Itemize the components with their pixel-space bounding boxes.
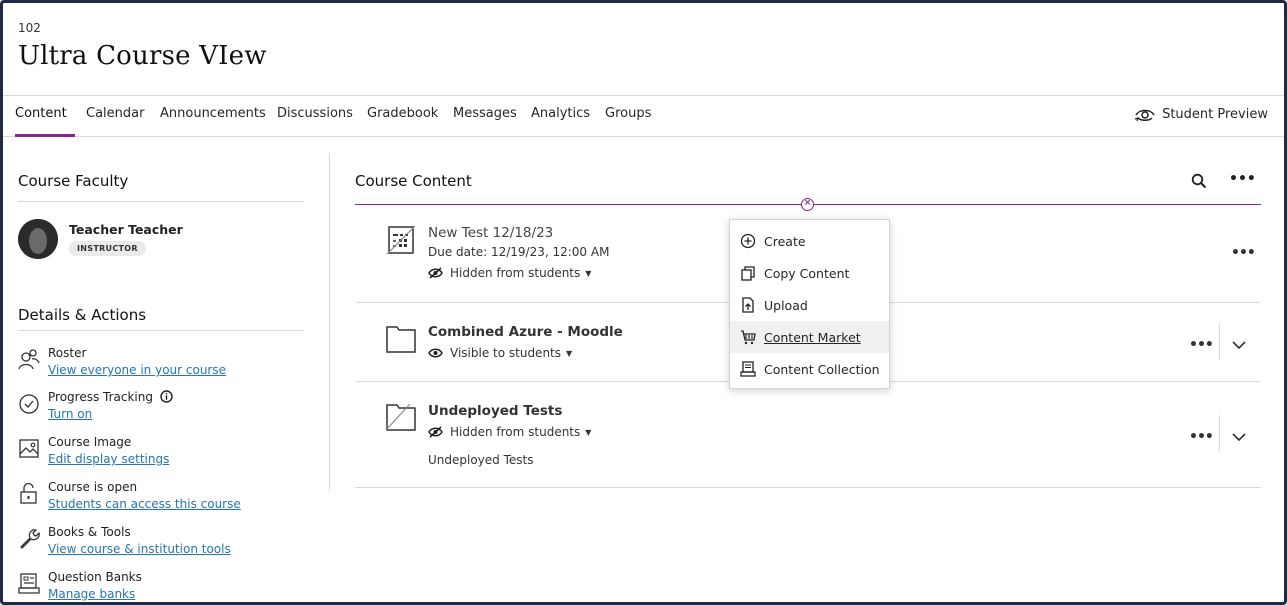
menu-item-create[interactable]: Create	[730, 225, 889, 257]
divider	[18, 201, 304, 202]
market-icon	[741, 330, 756, 345]
visibility-dropdown[interactable]: Hidden from students ▼	[428, 425, 591, 439]
tab-content[interactable]: Content	[15, 106, 67, 121]
progress-tracking-link[interactable]: Turn on	[48, 407, 92, 421]
column-divider	[329, 153, 330, 491]
action-books-tools: Books & Tools View course & institution …	[18, 525, 304, 565]
close-add-icon[interactable]: ×	[801, 198, 814, 211]
action-title: Progress Tracking	[48, 390, 173, 404]
tab-bar: Content Calendar Announcements Discussio…	[3, 95, 1284, 137]
question-banks-link[interactable]: Manage banks	[48, 587, 135, 601]
visibility-label: Hidden from students	[450, 266, 581, 280]
action-course-open: Course is open Students can access this …	[18, 480, 304, 520]
copy-icon	[741, 266, 755, 281]
question-bank-icon	[18, 573, 40, 594]
action-title: Course Image	[48, 435, 132, 449]
eye-hidden-icon	[428, 426, 443, 438]
chevron-down-icon[interactable]	[1231, 429, 1247, 445]
progress-check-icon	[19, 394, 39, 414]
course-faculty-heading: Course Faculty	[18, 172, 129, 190]
upload-icon	[742, 297, 754, 313]
tab-announcements[interactable]: Announcements	[160, 106, 266, 121]
course-content-heading: Course Content	[355, 172, 472, 190]
item-title[interactable]: New Test 12/18/23	[428, 225, 553, 241]
caret-down-icon: ▼	[566, 348, 573, 358]
eye-preview-icon	[1134, 109, 1155, 122]
item-title[interactable]: Undeployed Tests	[428, 403, 562, 419]
details-actions-heading: Details & Actions	[18, 306, 147, 324]
course-code: 102	[18, 21, 41, 35]
visibility-dropdown[interactable]: Visible to students ▼	[428, 346, 572, 360]
item-more-options-icon[interactable]: •••	[1231, 245, 1256, 261]
menu-item-label: Copy Content	[764, 266, 850, 281]
plus-circle-icon	[740, 233, 756, 249]
menu-item-label: Content Market	[764, 330, 861, 345]
roster-link[interactable]: View everyone in your course	[48, 363, 226, 377]
divider	[1219, 415, 1220, 451]
action-course-image: Course Image Edit display settings	[18, 435, 304, 475]
menu-item-upload[interactable]: Upload	[730, 289, 889, 321]
teacher-name[interactable]: Teacher Teacher	[69, 222, 183, 237]
visibility-label: Hidden from students	[450, 425, 581, 439]
course-image-link[interactable]: Edit display settings	[48, 452, 169, 466]
item-more-options-icon[interactable]: •••	[1189, 429, 1214, 445]
divider	[355, 487, 1261, 488]
test-hidden-icon	[386, 225, 416, 255]
item-description: Undeployed Tests	[428, 453, 534, 467]
student-preview-label: Student Preview	[1162, 106, 1268, 122]
caret-down-icon: ▼	[585, 268, 592, 278]
action-title: Books & Tools	[48, 525, 131, 539]
books-tools-link[interactable]: View course & institution tools	[48, 542, 231, 556]
collection-icon	[740, 361, 756, 377]
item-more-options-icon[interactable]: •••	[1189, 337, 1214, 353]
add-content-menu: Create Copy Content Upload Content Marke…	[729, 219, 890, 389]
visibility-dropdown[interactable]: Hidden from students ▼	[428, 266, 591, 280]
more-options-icon[interactable]: •••	[1229, 171, 1256, 187]
action-title: Question Banks	[48, 570, 142, 584]
active-tab-indicator	[15, 134, 75, 137]
tab-analytics[interactable]: Analytics	[531, 106, 590, 121]
menu-item-label: Create	[764, 234, 806, 249]
avatar[interactable]	[18, 219, 58, 259]
menu-item-copy-content[interactable]: Copy Content	[730, 257, 889, 289]
avatar-silhouette-icon	[18, 219, 58, 259]
visibility-label: Visible to students	[450, 346, 561, 360]
item-due-date: Due date: 12/19/23, 12:00 AM	[428, 245, 610, 259]
search-icon[interactable]	[1191, 173, 1207, 189]
image-icon	[19, 439, 39, 458]
unlock-icon	[20, 482, 37, 504]
role-badge: INSTRUCTOR	[69, 241, 146, 256]
divider	[1219, 323, 1220, 359]
action-title: Roster	[48, 346, 87, 360]
chevron-down-icon[interactable]	[1231, 337, 1247, 353]
tab-messages[interactable]: Messages	[453, 106, 517, 121]
tab-groups[interactable]: Groups	[605, 106, 651, 121]
divider	[18, 330, 304, 331]
tab-gradebook[interactable]: Gradebook	[367, 106, 438, 121]
student-preview-button[interactable]: Student Preview	[1134, 106, 1268, 122]
tab-calendar[interactable]: Calendar	[86, 106, 144, 121]
info-icon[interactable]	[160, 390, 173, 403]
menu-item-content-collection[interactable]: Content Collection	[730, 353, 889, 385]
menu-item-content-market[interactable]: Content Market	[730, 321, 889, 353]
tab-discussions[interactable]: Discussions	[277, 106, 353, 121]
wrench-icon	[20, 529, 40, 549]
item-title[interactable]: Combined Azure - Moodle	[428, 324, 623, 340]
menu-item-label: Content Collection	[764, 362, 880, 377]
app-window: 102 Ultra Course VIew Content Calendar A…	[0, 0, 1287, 605]
action-progress-tracking: Progress Tracking Turn on	[18, 390, 304, 430]
menu-item-label: Upload	[764, 298, 808, 313]
caret-down-icon: ▼	[585, 427, 592, 437]
action-question-banks: Question Banks Manage banks	[18, 570, 304, 602]
folder-hidden-icon	[385, 403, 416, 431]
roster-icon	[18, 349, 40, 370]
eye-icon	[428, 348, 443, 358]
folder-icon	[386, 326, 416, 353]
action-title: Course is open	[48, 480, 138, 494]
action-roster: Roster View everyone in your course	[18, 346, 304, 386]
course-access-link[interactable]: Students can access this course	[48, 497, 241, 511]
eye-hidden-icon	[428, 267, 443, 279]
progress-tracking-label: Progress Tracking	[48, 390, 153, 404]
course-title: Ultra Course VIew	[18, 41, 267, 71]
